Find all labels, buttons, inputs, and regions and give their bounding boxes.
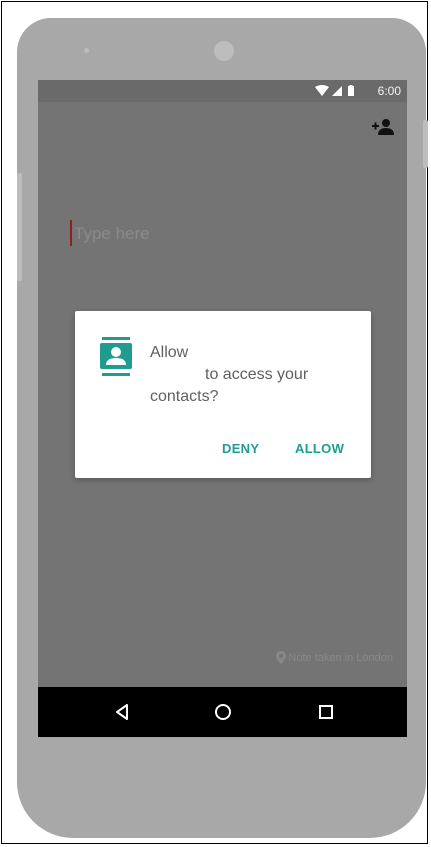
status-icons — [315, 85, 354, 96]
note-input[interactable]: Type here — [70, 220, 270, 246]
location-pin-icon — [276, 651, 287, 664]
dialog-message: Allow to access your contacts? — [150, 342, 350, 408]
wifi-icon — [315, 85, 329, 96]
dialog-message-line1: Allow — [150, 344, 189, 361]
status-bar: 6:00 — [38, 80, 407, 102]
dialog-message-line3: contacts? — [150, 388, 219, 405]
contacts-icon — [100, 337, 132, 376]
battery-icon — [348, 86, 354, 96]
signal-icon — [332, 86, 342, 96]
allow-button[interactable]: ALLOW — [295, 441, 344, 456]
note-input-placeholder: Type here — [74, 224, 150, 243]
location-text: Note taken in London — [288, 651, 393, 664]
status-time: 6:00 — [377, 84, 401, 98]
volume-button[interactable] — [17, 173, 22, 281]
back-icon[interactable] — [110, 700, 134, 724]
front-camera — [214, 41, 234, 61]
dialog-message-line2: to access your — [205, 366, 309, 383]
permission-dialog: Allow to access your contacts? DENY ALLO… — [75, 311, 371, 478]
power-button[interactable] — [423, 120, 428, 168]
text-cursor — [70, 220, 72, 246]
recents-icon[interactable] — [314, 700, 338, 724]
location-note: Note taken in London — [276, 651, 393, 664]
sensor-dot — [84, 48, 89, 53]
add-person-icon[interactable] — [372, 118, 394, 136]
deny-button[interactable]: DENY — [222, 441, 259, 456]
navigation-bar — [38, 687, 407, 737]
home-icon[interactable] — [211, 700, 235, 724]
